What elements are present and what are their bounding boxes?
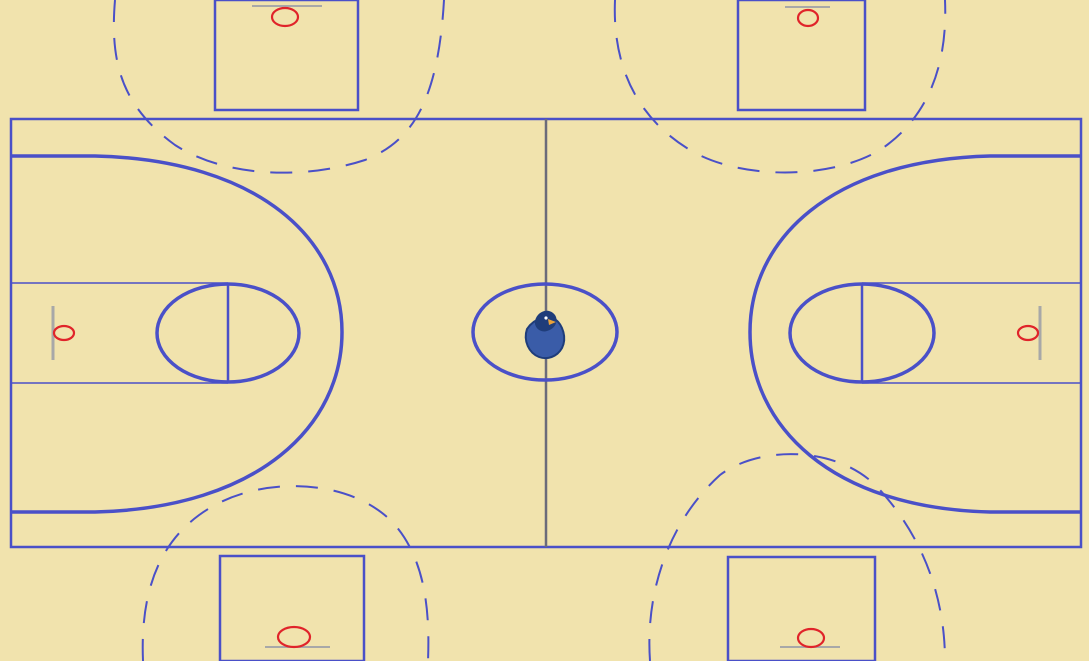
side-court-top-left <box>112 0 445 174</box>
side-court-top-right-key <box>736 0 867 112</box>
right-rim <box>1016 324 1040 342</box>
basketball-court-diagram <box>0 0 1089 661</box>
side-court-bottom-right <box>648 453 946 661</box>
left-rim <box>52 324 76 342</box>
side-court-top-left-key <box>213 0 360 112</box>
side-court-top-right-rim <box>796 8 820 28</box>
left-three-point-arc <box>11 154 344 514</box>
side-court-bottom-left-rim <box>276 625 312 649</box>
eagle-mascot-icon <box>524 310 566 360</box>
side-court-top-right-arc <box>613 0 947 174</box>
side-court-top-right <box>613 0 947 174</box>
side-court-top-left-rim <box>270 6 300 28</box>
side-court-bottom-left <box>141 485 430 661</box>
side-court-bottom-left-key <box>218 554 366 661</box>
side-court-bottom-left-arc <box>141 485 430 661</box>
court-svg <box>9 0 1083 661</box>
side-court-bottom-right-rim <box>796 627 826 649</box>
right-three-point-arc <box>748 154 1081 514</box>
main-court <box>9 117 1083 549</box>
